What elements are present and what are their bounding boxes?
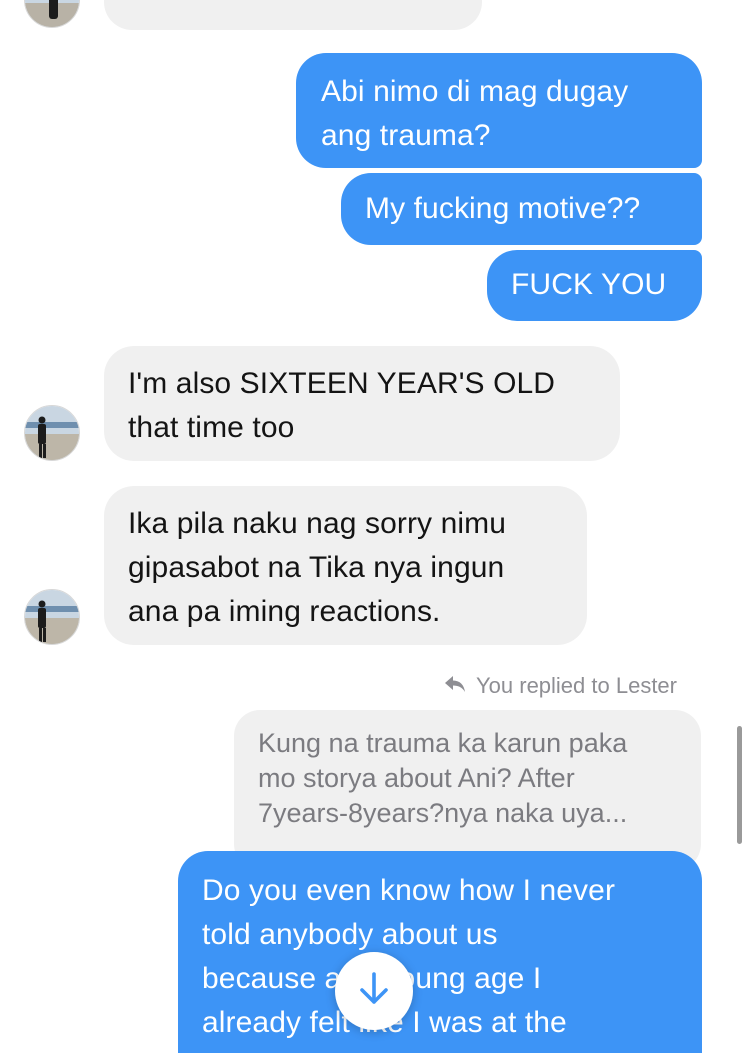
- scroll-to-bottom-button[interactable]: [335, 952, 413, 1030]
- incoming-message-partial[interactable]: [104, 0, 482, 30]
- incoming-message[interactable]: Ika pila naku nag sorry nimu gipasabot n…: [104, 486, 587, 645]
- contact-avatar[interactable]: [24, 405, 80, 461]
- chat-thread: Abi nimo di mag dugay ang trauma? My fuc…: [0, 0, 749, 1053]
- contact-avatar[interactable]: [24, 0, 80, 28]
- reply-arrow-icon: [444, 673, 466, 699]
- reply-label-text: You replied to Lester: [476, 673, 677, 698]
- contact-avatar[interactable]: [24, 589, 80, 645]
- arrow-down-icon: [357, 971, 391, 1012]
- outgoing-message[interactable]: Abi nimo di mag dugay ang trauma?: [296, 53, 702, 168]
- incoming-message[interactable]: I'm also SIXTEEN YEAR'S OLD that time to…: [104, 346, 620, 461]
- quoted-message[interactable]: Kung na trauma ka karun paka mo storya a…: [234, 710, 701, 870]
- outgoing-message[interactable]: My fucking motive??: [341, 173, 702, 245]
- outgoing-message[interactable]: FUCK YOU: [487, 250, 702, 321]
- reply-indicator: You replied to Lester: [444, 670, 677, 702]
- scrollbar[interactable]: [737, 726, 742, 844]
- outgoing-message[interactable]: Do you even know how I never told anybod…: [178, 851, 702, 1053]
